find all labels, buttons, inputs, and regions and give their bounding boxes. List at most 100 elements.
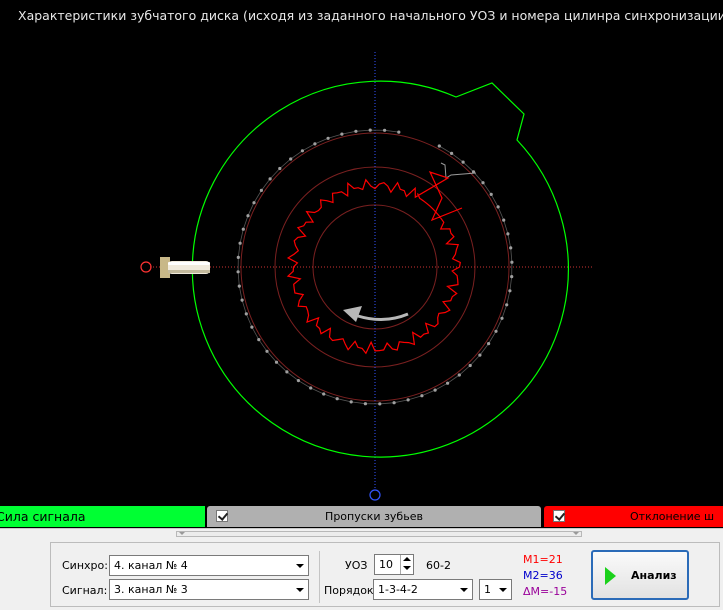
- tooth-dot: [236, 270, 240, 274]
- tooth-dot: [457, 373, 461, 377]
- order-label: Порядок: [324, 584, 374, 597]
- m2-value: M2=36: [523, 569, 563, 582]
- tooth-dot: [322, 392, 326, 396]
- tooth-dot: [285, 370, 289, 374]
- rotation-arrowhead: [343, 306, 362, 322]
- analyze-button-label: Анализ: [631, 569, 677, 582]
- tooth-dot: [502, 218, 506, 222]
- tooth-dot: [468, 363, 472, 368]
- uoz-spinner[interactable]: 10: [374, 554, 414, 575]
- tooth-dot: [300, 149, 304, 153]
- tooth-dot: [313, 142, 317, 146]
- tab-missing-teeth-label: Пропуски зубьев: [325, 510, 423, 523]
- tooth-dot: [406, 398, 410, 402]
- tooth-pattern: 60-2: [426, 559, 451, 572]
- tooth-dot: [265, 349, 269, 353]
- tab-deviation-label: Отклонение ш: [630, 510, 715, 523]
- tooth-dot: [252, 201, 256, 205]
- tooth-dot: [461, 160, 465, 164]
- tooth-dot: [433, 388, 437, 392]
- firing-order-value: 1-3-4-2: [378, 583, 418, 596]
- tooth-dot: [257, 338, 261, 342]
- play-icon: [605, 567, 616, 585]
- tooth-dot: [274, 360, 279, 364]
- tooth-dot: [238, 241, 242, 245]
- tooth-dot: [309, 386, 313, 390]
- uoz-label: УОЗ: [345, 559, 368, 572]
- sync-channel-select[interactable]: 4. канал № 4: [109, 555, 309, 576]
- tooth-dot: [349, 400, 353, 404]
- cylinder-value: 1: [484, 583, 491, 596]
- tooth-dot: [397, 130, 401, 134]
- m1-value: M1=21: [523, 553, 563, 566]
- tooth-dot: [340, 132, 344, 136]
- spin-down-icon[interactable]: [403, 566, 411, 570]
- tooth-dot: [289, 157, 293, 161]
- tab-deviation[interactable]: Отклонение ш: [544, 506, 723, 527]
- sync-marker-icon: [369, 489, 381, 501]
- group-divider: [319, 551, 320, 603]
- spin-up-icon[interactable]: [403, 557, 411, 561]
- tooth-dot: [437, 144, 441, 148]
- tab-signal-strength-label: Сила сигнала: [0, 509, 86, 524]
- analyze-button[interactable]: Анализ: [591, 550, 689, 600]
- firing-order-select[interactable]: 1-3-4-2: [373, 579, 473, 600]
- tooth-dot: [510, 275, 514, 279]
- tooth-dot: [237, 284, 241, 288]
- tooth-dot: [383, 128, 387, 132]
- tooth-dot: [505, 303, 509, 307]
- chevron-down-icon: [296, 564, 304, 568]
- tooth-dot: [335, 397, 339, 401]
- tooth-dot: [241, 227, 245, 231]
- tooth-dot: [450, 151, 454, 155]
- chevron-down-icon: [296, 588, 304, 592]
- tooth-disk-chart: Характеристики зубчатого диска (исходя и…: [0, 0, 723, 505]
- deviation-checkbox[interactable]: [553, 510, 565, 522]
- tooth-dot: [446, 381, 450, 385]
- tooth-dot: [500, 316, 504, 320]
- signal-channel-value: 3. канал № 3: [114, 583, 188, 596]
- tooth-dot: [420, 394, 424, 398]
- signal-label: Сигнал:: [62, 584, 108, 597]
- tooth-dot: [354, 129, 358, 133]
- tooth-dot: [246, 214, 250, 218]
- tooth-dot: [478, 353, 482, 357]
- panel-splitter-handle[interactable]: [176, 531, 582, 537]
- cylinder-select[interactable]: 1: [479, 579, 512, 600]
- tooth-dot: [363, 402, 367, 406]
- tooth-dot: [508, 289, 512, 293]
- tooth-dot: [268, 177, 272, 181]
- signal-channel-select[interactable]: 3. канал № 3: [109, 579, 309, 600]
- tooth-dot: [250, 325, 254, 329]
- tooth-dot: [240, 298, 244, 302]
- tooth-dot: [368, 128, 372, 132]
- tooth-dot: [494, 329, 498, 333]
- tooth-dot: [296, 379, 300, 383]
- tooth-dot: [481, 181, 485, 185]
- tooth-dot: [244, 312, 248, 316]
- tooth-dot: [510, 260, 514, 264]
- tooth-dot: [326, 136, 330, 140]
- tabs-strip: Сила сигнала Пропуски зубьев Отклонение …: [0, 505, 723, 528]
- delta-m-value: ΔM=-15: [523, 585, 568, 598]
- chevron-down-icon: [499, 588, 507, 592]
- sensor-icon: [140, 257, 210, 278]
- tooth-dot: [496, 205, 500, 209]
- tooth-dot: [378, 402, 382, 406]
- rotation-arrow-icon: [357, 312, 409, 321]
- tab-missing-teeth[interactable]: Пропуски зубьев: [207, 506, 541, 527]
- tab-signal-strength[interactable]: Сила сигнала: [0, 506, 205, 527]
- tooth-dot: [236, 255, 240, 259]
- tooth-dot: [392, 401, 396, 405]
- spinner-buttons[interactable]: [400, 555, 413, 574]
- tooth-dot: [259, 188, 263, 192]
- tooth-dot: [278, 166, 282, 171]
- missing-teeth-gap: [440, 162, 477, 179]
- disk-plot: [140, 52, 592, 501]
- tooth-dot: [489, 192, 493, 196]
- tooth-dot: [487, 342, 491, 346]
- sync-label: Синхро:: [62, 559, 108, 572]
- tooth-dot: [509, 246, 513, 250]
- sync-channel-value: 4. канал № 4: [114, 559, 188, 572]
- uoz-value: 10: [379, 558, 393, 571]
